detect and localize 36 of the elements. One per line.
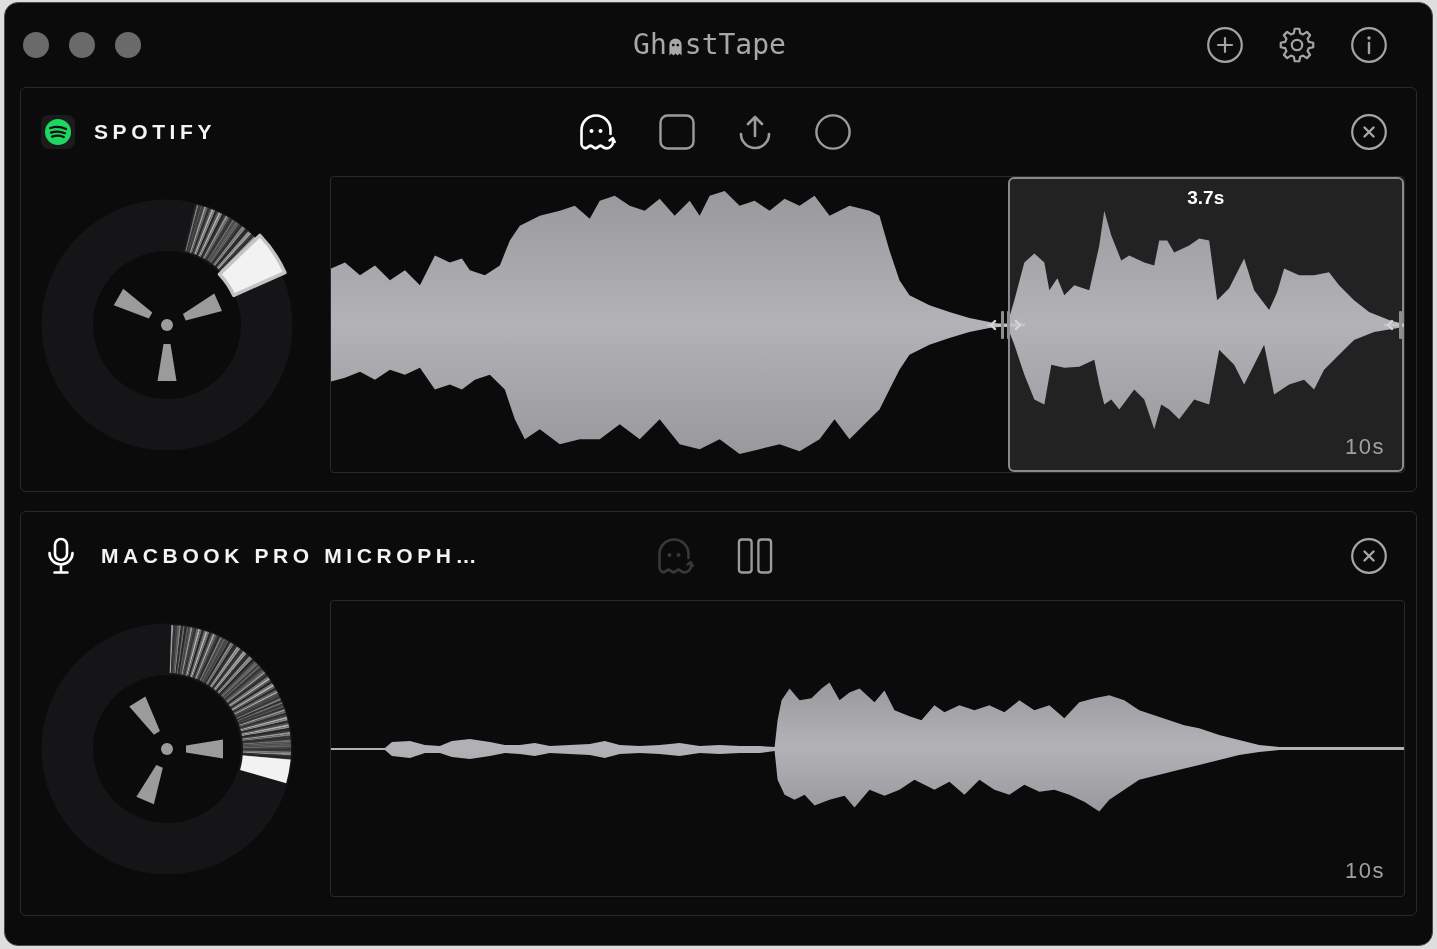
add-button[interactable]: [1207, 27, 1243, 63]
window-control-icon[interactable]: [115, 32, 141, 58]
source-name: MACBOOK PRO MICROPH…: [101, 544, 482, 568]
close-button[interactable]: [1351, 538, 1387, 574]
info-button[interactable]: [1351, 27, 1387, 63]
logo-icon: [41, 115, 75, 149]
record-button[interactable]: [815, 114, 851, 150]
duration-label: 10s: [1345, 858, 1385, 884]
microphone-icon: [45, 537, 77, 575]
close-icon: [1351, 114, 1387, 150]
selection-duration: 3.7s: [1187, 187, 1225, 209]
range-handle-icon[interactable]: [986, 309, 1025, 340]
upload-button[interactable]: [737, 114, 773, 150]
circle-icon: [815, 114, 851, 150]
settings-button[interactable]: [1279, 27, 1315, 63]
window-control-icon[interactable]: [69, 32, 95, 58]
app-title-text: stTape: [684, 28, 786, 62]
settings-icon: [1279, 27, 1315, 63]
ghost-icon: [668, 36, 684, 56]
ghost-icon: [655, 537, 695, 575]
ghost-icon: [577, 113, 617, 151]
close-icon: [1351, 538, 1387, 574]
app-title-text: Gh: [633, 28, 667, 62]
close-button[interactable]: [1351, 114, 1387, 150]
pause-button[interactable]: [737, 538, 773, 574]
window-control-icon[interactable]: [23, 32, 49, 58]
info-icon: [1351, 27, 1387, 63]
plus-circle-icon: [1207, 27, 1243, 63]
duration-label: 10s: [1345, 434, 1385, 460]
pause-icon: [737, 538, 773, 574]
ghost-button[interactable]: [577, 113, 617, 151]
stop-button[interactable]: [659, 114, 695, 150]
square-icon: [659, 114, 695, 150]
upload-icon: [737, 114, 773, 150]
range-handle-icon[interactable]: [1384, 309, 1404, 340]
source-name: SPOTIFY: [94, 120, 217, 144]
